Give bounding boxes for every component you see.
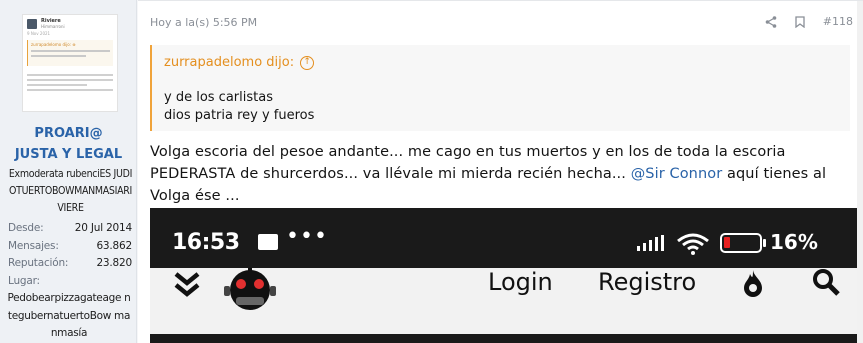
share-icon[interactable] — [765, 15, 777, 28]
stat-location-value: Pedobearpizzagateage ntegubernatuertoBow… — [7, 292, 131, 339]
wifi-icon — [676, 233, 710, 259]
register-link[interactable]: Registro — [598, 268, 696, 296]
avatar-mini-line — [27, 79, 113, 81]
battery-icon — [720, 233, 762, 253]
chevron-down-icon[interactable] — [172, 270, 202, 304]
status-bar-time: 16:53 — [172, 230, 240, 255]
quote-author-link[interactable]: zurrapadelomo dijo: ↑ — [164, 55, 315, 70]
avatar-mini-line — [27, 89, 113, 91]
user-stats: Desde: 20 Jul 2014 Mensajes: 63.862 Repu… — [7, 220, 132, 343]
stat-label: Reputación: — [8, 257, 69, 269]
avatar-mini-image — [27, 18, 37, 29]
scrollbar[interactable] — [857, 1, 863, 343]
user-sidebar: Riviere Himmarroni 9 Nov 2021 zurrapadel… — [0, 0, 137, 343]
notification-box-icon — [258, 234, 278, 250]
avatar-mini-quote-title: zurrapadelomo dijo: ⊕ — [31, 42, 76, 47]
robot-logo-icon[interactable] — [222, 268, 278, 316]
avatar-mini-line — [31, 55, 87, 57]
more-dots-icon: ••• — [286, 224, 328, 249]
stat-joined: Desde: 20 Jul 2014 — [8, 220, 132, 238]
login-link[interactable]: Login — [488, 268, 553, 296]
stat-value: 63.862 — [96, 239, 132, 252]
avatar-mini-quote: zurrapadelomo dijo: ⊕ — [27, 40, 113, 66]
search-icon[interactable] — [812, 268, 840, 300]
avatar-mini-line — [27, 84, 88, 86]
bookmark-icon[interactable] — [795, 15, 805, 28]
stat-label: Desde: — [8, 222, 44, 234]
screenshot-bottom — [150, 334, 861, 343]
quote-line: dios patria rey y fueros — [164, 108, 315, 123]
signal-icon — [637, 235, 669, 255]
user-mention-link[interactable]: @Sir Connor — [631, 166, 723, 182]
battery-percent: 16% — [770, 230, 818, 254]
quote-line: y de los carlistas — [164, 90, 273, 105]
stat-value: 23.820 — [96, 257, 132, 269]
post-timestamp[interactable]: Hoy a la(s) 5:56 PM — [150, 16, 257, 29]
fire-icon[interactable] — [740, 268, 766, 302]
avatar-header: Riviere Himmarroni — [23, 15, 117, 31]
embedded-screenshot[interactable]: 16:53 ••• 16% Login Registro — [150, 208, 861, 343]
stat-messages: Mensajes: 63.862 — [8, 238, 132, 256]
stat-reputation: Reputación: 23.820 — [8, 255, 132, 273]
avatar-mini-line — [27, 74, 113, 76]
stat-location: Lugar: — [8, 273, 132, 291]
stat-label: Lugar: — [8, 274, 40, 287]
battery-tip — [763, 239, 766, 247]
user-title: Exmoderata rubenciES JUDIOTUERTOBOWMANMA… — [8, 168, 133, 214]
stat-label: Mensajes: — [8, 239, 59, 252]
post-body: Hoy a la(s) 5:56 PM #118 zurrapadelomo d… — [138, 0, 863, 343]
avatar-mini-date: 9 Nov 2021 — [27, 31, 51, 36]
arrow-up-circle-icon[interactable]: ↑ — [300, 55, 315, 70]
quote-author: zurrapadelomo dijo: — [164, 55, 295, 70]
stat-value: 20 Jul 2014 — [74, 222, 132, 234]
post-number[interactable]: #118 — [823, 15, 853, 28]
avatar[interactable]: Riviere Himmarroni 9 Nov 2021 zurrapadel… — [22, 14, 118, 112]
avatar-mini-body — [23, 66, 117, 91]
battery-level — [724, 237, 730, 248]
quote-block: zurrapadelomo dijo: ↑ y de los carlistas… — [150, 45, 850, 131]
username-line1[interactable]: PROARI@ — [0, 124, 137, 144]
avatar-mini-sub: Himmarroni — [41, 24, 65, 29]
post-actions: #118 — [765, 15, 853, 28]
app-header: Login Registro — [150, 268, 861, 334]
username-line2[interactable]: JUSTA Y LEGAL — [0, 145, 137, 165]
post-text: Volga escoria del pesoe andante... me ca… — [150, 141, 862, 207]
avatar-mini-line — [31, 50, 110, 52]
